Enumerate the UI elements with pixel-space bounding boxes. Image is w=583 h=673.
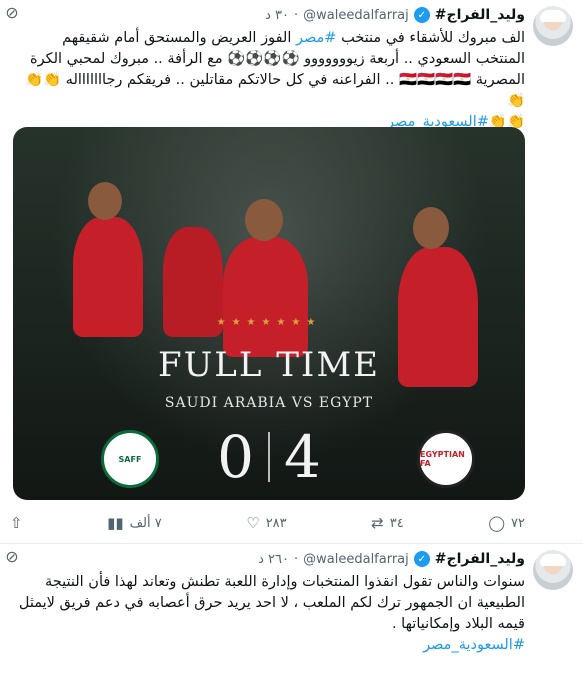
tweet-header: وليد_الفراج# ✓ @waleedalfarraj · ٣٠ د <box>10 4 525 26</box>
tweet-text-line-2: الفوز العريض والمستحق أمام شقيقهم <box>62 30 292 46</box>
avatar[interactable] <box>533 6 573 46</box>
score-divider <box>268 432 270 482</box>
tweet-text-line-4: المصرية 🇪🇬🇪🇬🇪🇬🇪🇬 .. الفراعنه في كل حالات… <box>24 72 525 109</box>
share-icon: ⇧ <box>10 514 23 532</box>
tweet-2[interactable]: وليد_الفراج# ✓ @waleedalfarraj · ٢٦٠ د س… <box>0 544 583 672</box>
retweet-icon: ⇄ <box>371 514 384 532</box>
retweets-count: ٣٤ <box>389 515 404 531</box>
player-head <box>88 182 122 220</box>
tweet-body: وليد_الفراج# ✓ @waleedalfarraj · ٣٠ د ال… <box>10 4 525 133</box>
hashtag-link[interactable]: #السعودية_مصر <box>423 637 525 653</box>
tweet-header: وليد_الفراج# ✓ @waleedalfarraj · ٢٦٠ د <box>10 548 525 570</box>
full-time-title: FULL TIME <box>158 345 380 385</box>
hashtag-link[interactable]: #مصر <box>296 30 337 46</box>
player-head <box>413 207 449 249</box>
tweet-text-body: سنوات والناس تقول انقذوا المنتخبات وإدار… <box>18 574 525 632</box>
stars-decoration: ★★★★★★★ <box>216 317 322 328</box>
views-button[interactable]: ▮▮ ٧ ألف <box>107 514 162 532</box>
likes-count: ٢٨٣ <box>265 515 287 531</box>
tweet-actions: ⇧ ▮▮ ٧ ألف ♡ ٢٨٣ ⇄ ٣٤ ◯ ٧٢ <box>10 514 525 532</box>
author-handle[interactable]: @waleedalfarraj <box>303 8 409 23</box>
away-score: 4 <box>284 423 321 491</box>
reply-icon: ◯ <box>488 514 505 532</box>
player-head <box>245 199 283 241</box>
tweet-text-line-1: الف مبروك للأشقاء في منتخب <box>341 30 525 46</box>
tweet-text: الف مبروك للأشقاء في منتخب #مصر الفوز ال… <box>10 28 525 133</box>
heart-icon: ♡ <box>246 514 260 532</box>
views-count: ٧ ألف <box>129 515 162 531</box>
tweet-body: وليد_الفراج# ✓ @waleedalfarraj · ٢٦٠ د س… <box>10 548 525 656</box>
retweet-button[interactable]: ⇄ ٣٤ <box>371 514 404 532</box>
avatar[interactable] <box>533 550 573 590</box>
home-score: 0 <box>217 423 254 491</box>
tweet-1[interactable]: وليد_الفراج# ✓ @waleedalfarraj · ٣٠ د ال… <box>0 0 583 544</box>
mute-icon[interactable]: ⊘ <box>2 2 22 22</box>
replies-count: ٧٢ <box>511 515 525 531</box>
author-name[interactable]: وليد_الفراج# <box>435 551 525 567</box>
tweet-time[interactable]: ٢٦٠ د <box>258 552 289 567</box>
player-figure <box>223 237 308 357</box>
separator-dot: · <box>294 7 299 23</box>
reply-button[interactable]: ◯ ٧٢ <box>488 514 525 532</box>
tweet-text-line-3: المنتخب السعودي .. أربعة زيووووووو ⚽⚽⚽⚽ … <box>29 51 525 67</box>
verified-check-icon: ✓ <box>413 7 430 23</box>
separator-dot: · <box>294 551 299 567</box>
views-icon: ▮▮ <box>107 514 124 532</box>
share-button[interactable]: ⇧ <box>10 514 23 532</box>
tweet-text: سنوات والناس تقول انقذوا المنتخبات وإدار… <box>10 572 525 656</box>
tweet-image[interactable]: ★★★★★★★ FULL TIME SAUDI ARABIA VS EGYPT … <box>13 127 525 500</box>
mute-icon[interactable]: ⊘ <box>2 546 22 566</box>
tweet-time[interactable]: ٣٠ د <box>265 8 289 23</box>
verified-check-icon: ✓ <box>413 551 430 567</box>
match-title: SAUDI ARABIA VS EGYPT <box>164 395 374 411</box>
like-button[interactable]: ♡ ٢٨٣ <box>246 514 286 532</box>
author-handle[interactable]: @waleedalfarraj <box>303 552 409 567</box>
author-name[interactable]: وليد_الفراج# <box>435 7 525 23</box>
egyptian-federation-logo: EGYPTIAN FA <box>417 430 475 488</box>
